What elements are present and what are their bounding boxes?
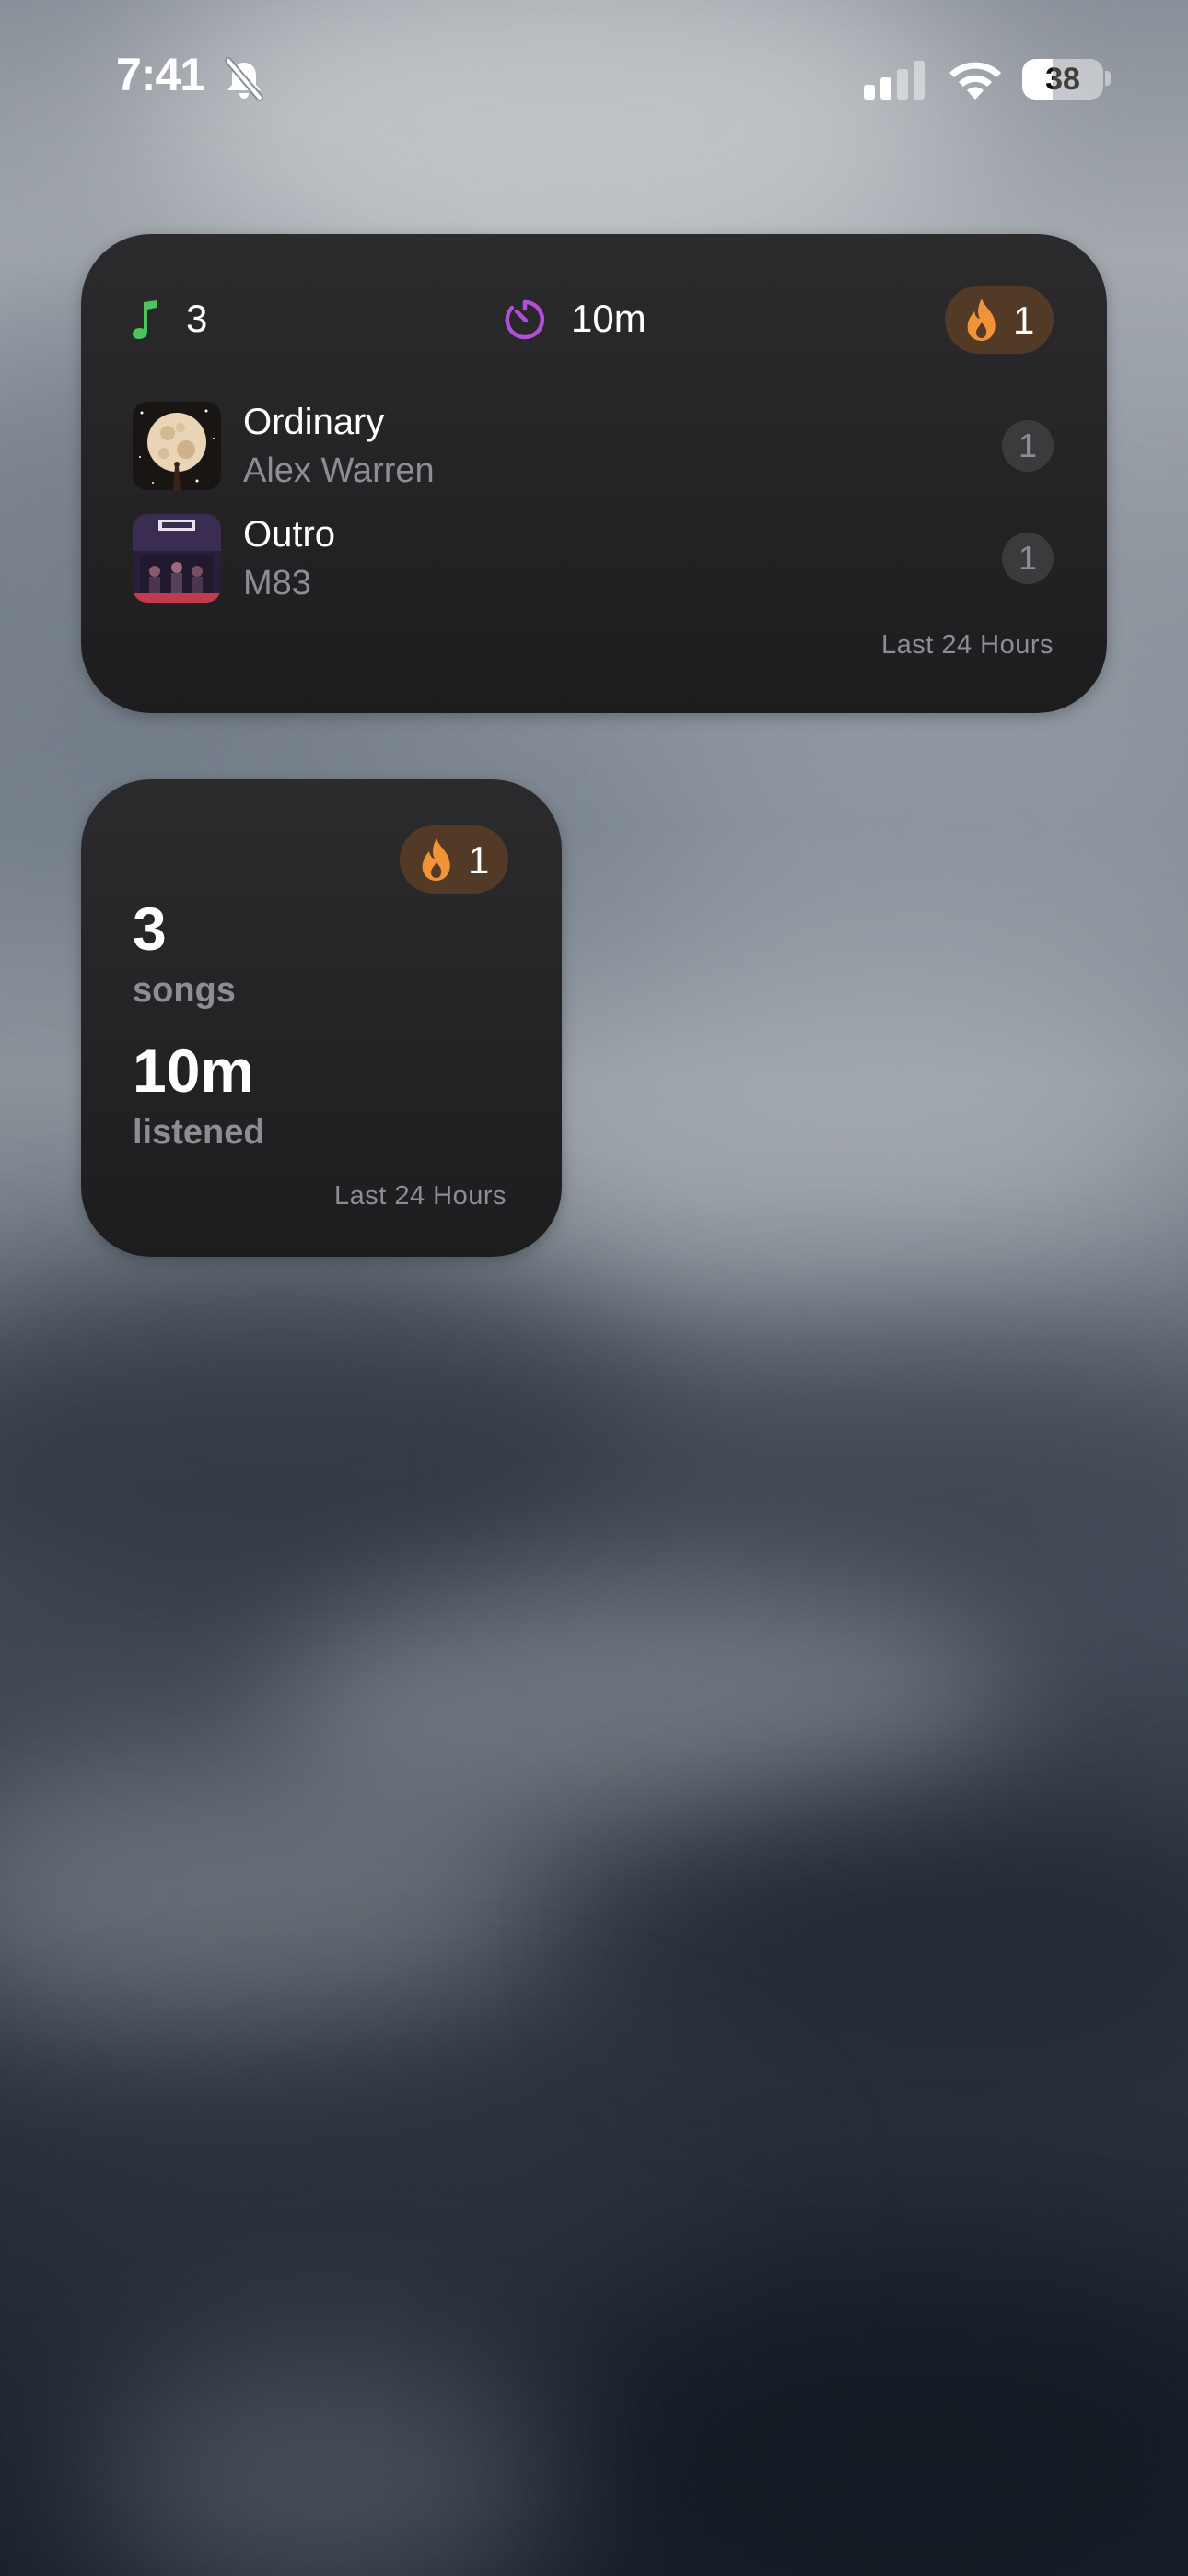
track-row[interactable]: Outro M83 1: [133, 514, 1054, 606]
time-label: listened: [133, 1113, 265, 1152]
streak-badge: 1: [400, 825, 508, 894]
status-time: 7:41: [116, 49, 205, 100]
wifi-icon: [947, 59, 1004, 101]
track-artist: M83: [243, 564, 311, 603]
album-art-m83: [133, 514, 221, 603]
songs-count: 3: [186, 297, 208, 340]
bell-slash-icon: [223, 57, 265, 101]
songs-label: songs: [133, 971, 236, 1010]
cellular-signal-icon: [864, 61, 926, 100]
streak-count: 1: [1013, 299, 1035, 342]
time-listened: 10m: [571, 297, 646, 340]
play-count-badge: 1: [1002, 533, 1054, 584]
music-note-icon: [133, 300, 158, 339]
flame-icon: [965, 299, 998, 341]
time-listened: 10m: [133, 1036, 255, 1105]
period-label: Last 24 Hours: [880, 630, 1054, 660]
track-row[interactable]: Ordinary Alex Warren 1: [133, 402, 1054, 494]
track-title: Outro: [243, 514, 336, 555]
track-artist: Alex Warren: [243, 451, 435, 490]
streak-count: 1: [468, 838, 490, 882]
battery-level: 38: [1045, 62, 1080, 97]
streak-badge: 1: [945, 286, 1054, 354]
album-art-moon: [133, 402, 221, 490]
battery-icon: 38: [1022, 59, 1103, 100]
timer-icon: [505, 299, 545, 341]
songs-count: 3: [133, 895, 167, 963]
battery-tip: [1105, 71, 1111, 86]
track-title: Ordinary: [243, 402, 385, 442]
period-label: Last 24 Hours: [333, 1181, 507, 1211]
flame-icon: [420, 838, 453, 881]
play-count-badge: 1: [1002, 420, 1054, 472]
